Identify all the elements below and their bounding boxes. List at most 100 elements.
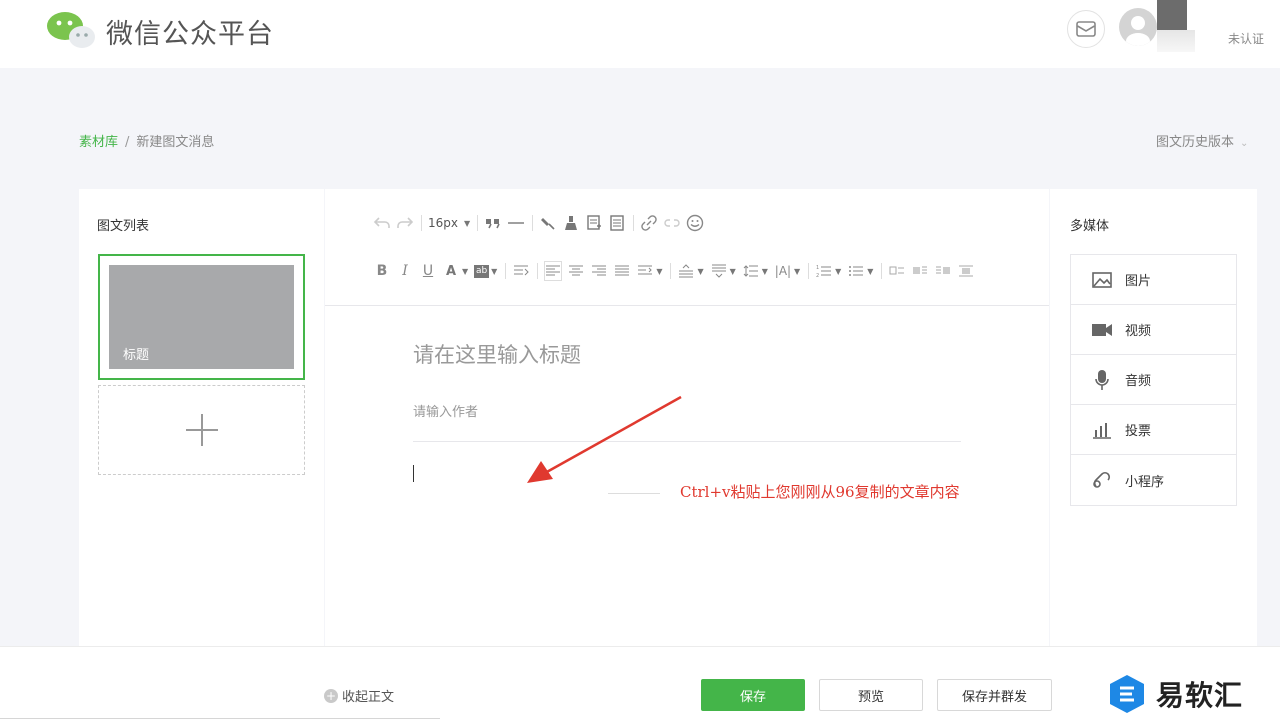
user-icon <box>1126 16 1150 46</box>
insert-template-icon[interactable] <box>585 213 603 233</box>
toolbar-row-2: B I U A ▼ ab ▼ ▼ ▼ ▼ ▼ |A| ▼ 1 2 ▼ ▼ <box>373 260 980 282</box>
caret-down-icon: ▼ <box>867 266 874 276</box>
caret-down-icon: ▼ <box>729 266 736 276</box>
italic-icon[interactable]: I <box>396 261 414 281</box>
float-left-icon[interactable] <box>911 261 929 281</box>
editor-panel: 16px ▼ B I U A ▼ ab ▼ ▼ ▼ ▼ ▼ |A| ▼ 1 2 ▼ ▼ <box>325 189 1049 659</box>
text-cursor[interactable] <box>413 465 414 482</box>
annotation-arrow-icon <box>527 395 682 483</box>
watermark-text: 易软汇 <box>1156 679 1244 712</box>
media-item-label: 音频 <box>1125 374 1152 389</box>
align-left-icon[interactable] <box>544 261 563 281</box>
caret-down-icon: ▼ <box>464 218 471 228</box>
account-image <box>1157 0 1187 30</box>
toolbar-divider <box>633 215 635 231</box>
media-item-label: 图片 <box>1125 274 1152 289</box>
wechat-logo-icon[interactable] <box>46 10 96 50</box>
align-justify-icon[interactable] <box>613 261 631 281</box>
preview-button[interactable]: 预览 <box>819 679 923 711</box>
line-height-icon[interactable] <box>742 261 760 281</box>
highlight-icon[interactable]: ab <box>474 264 490 278</box>
toolbar-divider <box>477 215 479 231</box>
add-article-button[interactable] <box>98 385 305 475</box>
mail-icon <box>1076 21 1096 37</box>
letter-spacing-icon[interactable]: |A| <box>774 261 792 281</box>
breadcrumb-current: 新建图文消息 <box>136 135 215 150</box>
media-item-video[interactable]: 视频 <box>1071 305 1236 355</box>
toolbar-row-1: 16px ▼ <box>373 212 709 234</box>
float-center-icon[interactable] <box>957 261 975 281</box>
paragraph-after-icon[interactable] <box>710 261 728 281</box>
bold-icon[interactable]: B <box>373 261 391 281</box>
media-panel: 多媒体 图片 视频 音频 投票 小程序 <box>1050 189 1257 659</box>
media-item-label: 视频 <box>1125 324 1152 339</box>
toolbar-divider <box>532 215 534 231</box>
article-list-panel: 图文列表 标题 <box>79 189 324 659</box>
history-version-dropdown[interactable]: 图文历史版本 ⌄ <box>1156 131 1248 150</box>
media-item-label: 投票 <box>1125 424 1152 439</box>
redo-icon[interactable] <box>396 213 414 233</box>
history-version-label: 图文历史版本 <box>1156 135 1235 150</box>
brand-title[interactable]: 微信公众平台 <box>106 12 274 51</box>
svg-text:1: 1 <box>816 265 819 271</box>
font-color-icon[interactable]: A <box>442 261 460 281</box>
save-and-send-button[interactable]: 保存并群发 <box>937 679 1052 711</box>
horizontal-rule-icon[interactable] <box>507 213 525 233</box>
link-icon[interactable] <box>640 213 658 233</box>
clear-format-icon[interactable] <box>562 213 580 233</box>
breadcrumb-home-link[interactable]: 素材库 <box>79 135 118 150</box>
align-right-icon[interactable] <box>590 261 608 281</box>
microphone-icon <box>1091 369 1113 391</box>
insert-doc-icon[interactable] <box>608 213 626 233</box>
media-item-image[interactable]: 图片 <box>1071 255 1236 305</box>
unordered-list-icon[interactable] <box>847 261 865 281</box>
media-item-audio[interactable]: 音频 <box>1071 355 1236 405</box>
align-center-icon[interactable] <box>567 261 585 281</box>
caret-down-icon: ▼ <box>491 266 498 276</box>
media-item-mini-program[interactable]: 小程序 <box>1071 455 1236 505</box>
toolbar-divider <box>881 263 883 279</box>
verify-status: 未认证 <box>1228 32 1265 46</box>
blockquote-icon[interactable] <box>484 213 502 233</box>
ordered-list-icon[interactable]: 12 <box>815 261 833 281</box>
caret-down-icon: ▼ <box>761 266 768 276</box>
article-card-title: 标题 <box>123 348 150 363</box>
author-input[interactable]: 请输入作者 <box>413 401 478 420</box>
image-icon <box>1091 269 1113 291</box>
toolbar-divider <box>537 263 539 279</box>
article-card[interactable]: 标题 <box>98 254 305 380</box>
underline-icon[interactable]: U <box>419 261 437 281</box>
plus-circle-icon: + <box>324 688 338 703</box>
save-button[interactable]: 保存 <box>701 679 805 711</box>
watermark: 易软汇 <box>1108 674 1243 714</box>
footer-bar: + 收起正文 保存 预览 保存并群发 易软汇 <box>0 646 1280 719</box>
collapse-body-button[interactable]: + 收起正文 <box>324 686 394 705</box>
caret-down-icon: ▼ <box>697 266 704 276</box>
collapse-body-label: 收起正文 <box>342 690 395 705</box>
message-button[interactable] <box>1067 10 1105 48</box>
svg-text:2: 2 <box>816 273 819 278</box>
format-painter-icon[interactable] <box>539 213 557 233</box>
article-title-input[interactable]: 请在这里输入标题 <box>413 339 581 369</box>
toolbar-divider <box>670 263 672 279</box>
media-item-label: 小程序 <box>1125 474 1165 490</box>
article-list-title: 图文列表 <box>97 219 150 234</box>
font-size-select[interactable]: 16px ▼ <box>428 213 470 233</box>
media-item-vote[interactable]: 投票 <box>1071 405 1236 455</box>
account-name-blur <box>1157 30 1195 52</box>
paragraph-before-icon[interactable] <box>677 261 695 281</box>
annotation-line <box>608 493 660 494</box>
watermark-logo-icon <box>1110 675 1144 713</box>
avatar[interactable] <box>1119 8 1157 46</box>
spacing-icon[interactable] <box>636 261 654 281</box>
breadcrumb: 素材库 / 新建图文消息 <box>79 131 214 150</box>
indent-icon[interactable] <box>512 261 530 281</box>
caret-down-icon: ▼ <box>656 266 663 276</box>
undo-icon[interactable] <box>373 213 391 233</box>
emoji-icon[interactable] <box>686 213 704 233</box>
plus-icon <box>185 414 218 446</box>
float-none-icon[interactable] <box>888 261 906 281</box>
toolbar-divider <box>505 263 507 279</box>
unlink-icon[interactable] <box>663 213 681 233</box>
float-right-icon[interactable] <box>934 261 952 281</box>
